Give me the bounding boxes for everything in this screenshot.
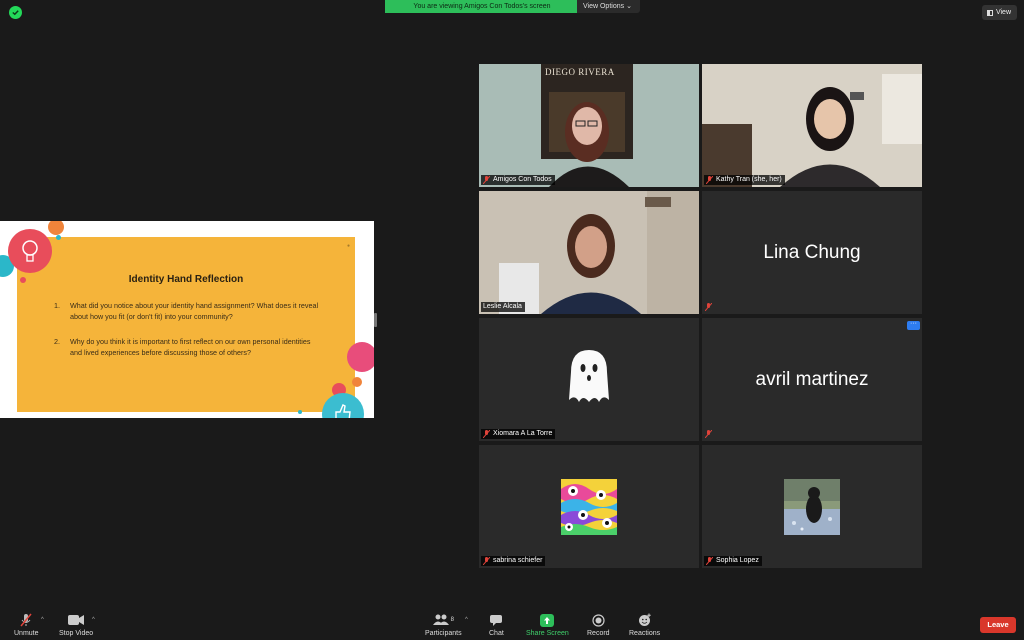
question-number: 1. bbox=[54, 301, 60, 310]
participant-name-label: Leslie Alcala bbox=[481, 302, 525, 312]
mic-muted-icon bbox=[705, 430, 712, 438]
chevron-down-icon: ⌄ bbox=[626, 3, 632, 10]
participant-name-label: Kathy Tran (she, her) bbox=[704, 175, 785, 185]
question-text: What did you notice about your identity … bbox=[70, 301, 319, 321]
view-options-dropdown[interactable]: View Options ⌄ bbox=[577, 0, 640, 13]
stop-video-label: Stop Video bbox=[59, 630, 94, 637]
video-tile-kathy-tran[interactable]: Kathy Tran (she, her) bbox=[702, 64, 922, 187]
mic-muted-icon bbox=[483, 557, 490, 565]
view-button-label: View bbox=[995, 9, 1011, 16]
video-options-caret[interactable]: ^ bbox=[92, 617, 95, 623]
participant-name-display: avril martinez bbox=[755, 368, 869, 390]
video-tile-sabrina-schiefer[interactable]: sabrina schiefer bbox=[479, 445, 699, 568]
screen-share-banner: You are viewing Amigos Con Todos's scree… bbox=[385, 0, 640, 13]
profile-picture bbox=[561, 479, 617, 535]
lightbulb-icon bbox=[22, 240, 38, 262]
video-tile-sophia-lopez[interactable]: Sophia Lopez bbox=[702, 445, 922, 568]
decor-circle bbox=[48, 221, 64, 235]
video-tile-lina-chung[interactable]: Lina Chung bbox=[702, 191, 922, 314]
participants-label: Participants bbox=[425, 630, 462, 637]
question-text: Why do you think it is important to firs… bbox=[70, 337, 311, 357]
reactions-button[interactable]: Reactions bbox=[629, 613, 660, 637]
participant-name-label: Xiomara A La Torre bbox=[481, 429, 556, 439]
resize-handle[interactable] bbox=[374, 313, 377, 327]
thumbs-up-icon bbox=[335, 404, 351, 418]
poster-text: DIEGO RIVERA bbox=[545, 67, 615, 77]
participant-name: Leslie Alcala bbox=[483, 303, 522, 310]
participants-button[interactable]: 8 Participants bbox=[425, 613, 462, 637]
ghost-avatar-icon bbox=[569, 350, 609, 402]
view-options-label: View Options bbox=[583, 3, 625, 10]
slide-question-2: 2. Why do you think it is important to f… bbox=[54, 336, 324, 358]
mic-muted-icon bbox=[483, 430, 490, 438]
chat-label: Chat bbox=[489, 630, 504, 637]
grid-view-icon bbox=[986, 9, 993, 16]
participant-name: Amigos Con Todos bbox=[493, 176, 552, 183]
unmute-button[interactable]: Unmute bbox=[14, 613, 39, 637]
decor-dot bbox=[56, 235, 61, 240]
leave-button[interactable]: Leave bbox=[980, 617, 1016, 633]
slide-marker: ● bbox=[346, 243, 350, 249]
video-tile-xiomara-a-la-torre[interactable]: Xiomara A La Torre bbox=[479, 318, 699, 441]
participant-video: DIEGO RIVERA bbox=[479, 64, 699, 187]
mic-muted-icon bbox=[706, 176, 713, 184]
decor-circle bbox=[352, 377, 362, 387]
participants-count: 8 bbox=[450, 617, 454, 623]
share-screen-label: Share Screen bbox=[526, 630, 569, 637]
mic-muted-icon bbox=[706, 557, 713, 565]
participant-name: sabrina schiefer bbox=[493, 557, 543, 564]
share-screen-icon bbox=[540, 613, 555, 627]
decor-dot bbox=[298, 410, 302, 414]
participant-name: Kathy Tran (she, her) bbox=[716, 176, 782, 183]
viewing-screen-text: You are viewing Amigos Con Todos's scree… bbox=[385, 0, 577, 13]
more-options-button[interactable]: ··· bbox=[907, 320, 920, 330]
shared-screen-slide: ● Identity Hand Reflection 1. What did y… bbox=[0, 221, 374, 418]
video-tile-amigos-con-todos[interactable]: DIEGO RIVERA Amigos Con Todos bbox=[479, 64, 699, 187]
smiley-plus-icon bbox=[638, 613, 652, 627]
mic-muted-icon bbox=[483, 176, 490, 184]
mic-muted-icon bbox=[19, 613, 33, 627]
encryption-shield-icon[interactable] bbox=[9, 6, 22, 19]
video-camera-icon bbox=[68, 613, 85, 627]
participant-video bbox=[479, 191, 699, 314]
video-tile-leslie-alcala[interactable]: Leslie Alcala bbox=[479, 191, 699, 314]
chat-bubble-icon bbox=[489, 613, 503, 627]
chat-button[interactable]: Chat bbox=[489, 613, 504, 637]
mic-muted-icon bbox=[705, 303, 712, 311]
participant-name-display: Lina Chung bbox=[763, 241, 861, 263]
decor-dot bbox=[20, 277, 26, 283]
video-tile-avril-martinez[interactable]: ··· avril martinez bbox=[702, 318, 922, 441]
meeting-toolbar: Unmute ^ Stop Video ^ 8 Participants ^ C… bbox=[0, 609, 1024, 640]
share-screen-button[interactable]: Share Screen bbox=[526, 613, 569, 637]
thumbs-up-circle bbox=[322, 393, 364, 418]
participant-name: Xiomara A La Torre bbox=[493, 430, 553, 437]
slide-title: Identity Hand Reflection bbox=[128, 274, 244, 285]
participant-name-label: Amigos Con Todos bbox=[481, 175, 555, 185]
participant-name-label: sabrina schiefer bbox=[481, 556, 546, 566]
slide-question-1: 1. What did you notice about your identi… bbox=[54, 300, 324, 322]
record-icon bbox=[592, 613, 605, 627]
decor-circle bbox=[347, 342, 374, 372]
stop-video-button[interactable]: Stop Video bbox=[59, 613, 93, 637]
profile-picture bbox=[784, 479, 840, 535]
reactions-label: Reactions bbox=[629, 630, 661, 637]
participant-name-label: Sophia Lopez bbox=[704, 556, 762, 566]
participants-icon: 8 bbox=[432, 613, 454, 627]
question-number: 2. bbox=[54, 337, 60, 346]
participant-name: Sophia Lopez bbox=[716, 557, 759, 564]
record-label: Record bbox=[587, 630, 610, 637]
participant-video bbox=[702, 64, 922, 187]
zoom-meeting-window: You are viewing Amigos Con Todos's scree… bbox=[0, 0, 1024, 640]
view-button[interactable]: View bbox=[981, 5, 1017, 20]
participants-options-caret[interactable]: ^ bbox=[465, 617, 468, 623]
audio-options-caret[interactable]: ^ bbox=[41, 617, 44, 623]
record-button[interactable]: Record bbox=[587, 613, 610, 637]
slide-content-panel: ● Identity Hand Reflection 1. What did y… bbox=[17, 237, 355, 412]
lightbulb-circle bbox=[8, 229, 52, 273]
unmute-label: Unmute bbox=[14, 630, 39, 637]
